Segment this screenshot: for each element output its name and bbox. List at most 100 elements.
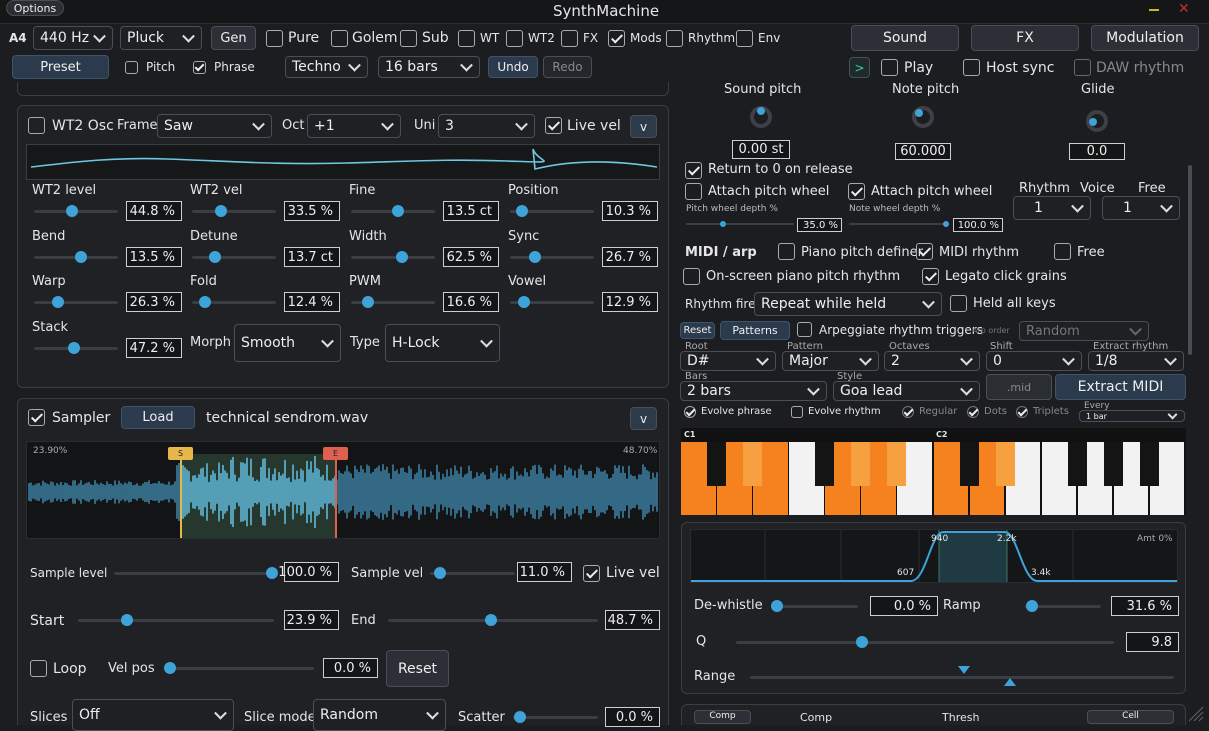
root-select[interactable]: D# — [680, 351, 776, 371]
resize-grip-icon[interactable] — [1186, 704, 1204, 722]
note-wheel-depth-knob[interactable] — [943, 221, 949, 227]
close-icon[interactable]: ✕ — [1178, 2, 1192, 16]
wt2-level-knob[interactable] — [66, 205, 79, 217]
q-knob[interactable] — [856, 636, 868, 648]
position-value[interactable]: 10.3 % — [602, 201, 658, 221]
piano-keys[interactable] — [681, 442, 1186, 515]
sample-vel-knob[interactable] — [434, 567, 446, 579]
piano-black-key[interactable] — [1139, 442, 1159, 486]
vel-pos-value[interactable]: 0.0 % — [323, 658, 378, 678]
pure-checkbox[interactable] — [266, 30, 283, 47]
minimize-icon[interactable] — [1149, 9, 1159, 11]
wt2-checkbox[interactable] — [506, 30, 523, 47]
legato-checkbox[interactable] — [922, 268, 939, 285]
wt2-level-value[interactable]: 44.8 % — [126, 201, 182, 221]
wt2-vel-slider[interactable] — [192, 210, 276, 213]
midi-rhythm-checkbox[interactable] — [916, 243, 933, 260]
fine-knob[interactable] — [392, 205, 405, 217]
sound-pitch-value[interactable]: 0.00 st — [732, 140, 790, 159]
range-high-handle[interactable] — [1004, 678, 1016, 686]
sub-checkbox[interactable] — [400, 30, 417, 47]
vowel-value[interactable]: 12.9 % — [602, 292, 658, 312]
scatter-knob[interactable] — [514, 711, 526, 723]
warp-value[interactable]: 26.3 % — [126, 292, 182, 312]
glide-value[interactable]: 0.0 — [1069, 143, 1125, 160]
gen-button[interactable]: Gen — [211, 26, 256, 50]
note-pitch-value[interactable]: 60.000 — [895, 143, 951, 160]
slice-mode-select[interactable]: Random — [313, 699, 446, 731]
dewhistle-knob[interactable] — [771, 600, 783, 612]
golem-checkbox[interactable] — [331, 30, 348, 47]
detune-value[interactable]: 13.7 ct — [284, 247, 340, 267]
position-knob[interactable] — [515, 205, 528, 217]
rhythm-select[interactable]: 1 — [1013, 196, 1091, 220]
piano-pitch-definer-checkbox[interactable] — [778, 243, 795, 260]
detune-slider[interactable] — [192, 256, 276, 259]
end-value[interactable]: 48.7 % — [605, 610, 660, 630]
width-knob[interactable] — [396, 251, 409, 263]
range-low-handle[interactable] — [958, 666, 970, 674]
load-button[interactable]: Load — [121, 406, 195, 429]
undo-button[interactable]: Undo — [488, 56, 538, 78]
triplets-checkbox[interactable] — [1016, 406, 1028, 418]
right-scrollbar[interactable] — [1188, 165, 1192, 355]
pitch-wheel-depth-slider[interactable] — [686, 223, 794, 225]
return0-checkbox[interactable] — [685, 162, 702, 179]
daw-rhythm-checkbox[interactable] — [1074, 59, 1091, 76]
piano-black-key[interactable] — [1103, 442, 1123, 486]
piano-keyboard[interactable]: C1 C2 — [681, 428, 1186, 515]
glide-knob[interactable] — [1086, 110, 1108, 132]
sound-pitch-knob[interactable] — [750, 106, 772, 128]
regular-checkbox[interactable] — [902, 406, 914, 418]
vel-pos-knob[interactable] — [164, 662, 176, 674]
ramp-value[interactable]: 31.6 % — [1111, 596, 1179, 616]
fold-knob[interactable] — [199, 296, 212, 308]
attach-note-wheel-checkbox[interactable] — [848, 183, 865, 200]
oct-select[interactable]: +1 — [307, 114, 401, 138]
genre-select[interactable]: Techno — [285, 56, 368, 78]
patterns-button[interactable]: Patterns — [720, 321, 790, 340]
piano-black-key[interactable] — [887, 442, 907, 486]
stack-knob[interactable] — [67, 342, 80, 354]
end-marker-handle[interactable]: E — [323, 447, 348, 460]
arp-order-select[interactable]: Random — [1019, 321, 1149, 341]
width-slider[interactable] — [351, 256, 435, 259]
piano-black-key[interactable] — [707, 442, 727, 486]
pattern-select[interactable]: Major — [782, 351, 879, 371]
bars-select[interactable]: 16 bars — [378, 56, 480, 78]
loop-checkbox[interactable] — [30, 660, 47, 677]
note-wheel-depth-slider[interactable] — [849, 223, 949, 225]
evolve-rhythm-checkbox[interactable] — [791, 406, 803, 418]
morph-select[interactable]: Smooth — [234, 324, 341, 362]
extract-midi-button[interactable]: Extract MIDI — [1055, 374, 1186, 400]
bars-arp-select[interactable]: 2 bars — [680, 381, 827, 401]
evolve-phrase-checkbox[interactable] — [684, 406, 696, 418]
play-checkbox[interactable] — [881, 59, 898, 76]
mid-button[interactable]: .mid — [986, 374, 1052, 400]
sampler-checkbox[interactable] — [28, 409, 45, 426]
octaves-select[interactable]: 2 — [884, 351, 980, 371]
sample-waveform-display[interactable]: 23.90% 48.70% S E — [26, 441, 660, 539]
dewhistle-slider[interactable] — [774, 605, 858, 608]
rhythm-fire-select[interactable]: Repeat while held — [754, 292, 942, 316]
sampler-live-vel-checkbox[interactable] — [583, 565, 600, 582]
end-knob[interactable] — [485, 614, 497, 626]
onscreen-piano-checkbox[interactable] — [683, 268, 700, 285]
fine-value[interactable]: 13.5 ct — [443, 201, 499, 221]
preset-type-select[interactable]: Pluck — [120, 26, 202, 50]
pitch-checkbox[interactable] — [125, 61, 138, 74]
pitch-wheel-depth-knob[interactable] — [720, 221, 726, 227]
note-pitch-knob[interactable] — [912, 106, 934, 128]
cell-button[interactable]: Cell — [1087, 710, 1174, 724]
dewhistle-value[interactable]: 0.0 % — [870, 596, 938, 616]
detune-knob[interactable] — [209, 251, 221, 263]
sync-value[interactable]: 26.7 % — [602, 247, 658, 267]
style-select[interactable]: Goa lead — [833, 381, 980, 401]
attach-pitch-wheel-checkbox[interactable] — [685, 183, 702, 200]
env-checkbox[interactable] — [736, 30, 753, 47]
held-all-keys-checkbox[interactable] — [950, 295, 967, 312]
voice-select[interactable]: 1 — [1102, 196, 1180, 220]
sample-level-slider[interactable] — [114, 572, 274, 575]
ramp-knob[interactable] — [1026, 600, 1038, 612]
note-wheel-depth-value[interactable]: 100.0 % — [953, 218, 1003, 232]
